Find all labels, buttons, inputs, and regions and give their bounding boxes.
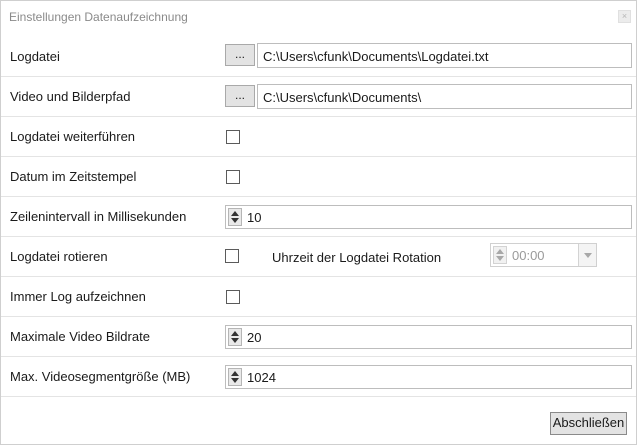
logfile-path-input[interactable]: C:\Users\cfunk\Documents\Logdatei.txt [257, 43, 632, 68]
rotation-time-value: 00:00 [512, 248, 545, 263]
media-path-browse-button[interactable]: ... [225, 85, 255, 107]
rotate-log-checkbox[interactable] [225, 249, 239, 263]
finish-button[interactable]: Abschließen [550, 412, 627, 435]
window-title: Einstellungen Datenaufzeichnung [9, 10, 188, 24]
arrow-down-icon[interactable] [231, 338, 239, 343]
max-framerate-stepper[interactable] [228, 328, 242, 346]
row-continue-log: Logdatei weiterführen [1, 117, 636, 157]
row-max-framerate: Maximale Video Bildrate 20 [1, 317, 636, 357]
row-rotate-log: Logdatei rotieren Uhrzeit der Logdatei R… [1, 237, 636, 277]
settings-dialog: Einstellungen Datenaufzeichnung × Logdat… [0, 0, 637, 445]
logfile-browse-button[interactable]: ... [225, 44, 255, 66]
max-segment-value: 1024 [247, 370, 276, 385]
arrow-down-icon[interactable] [231, 378, 239, 383]
rotation-time-select[interactable]: 00:00 [490, 243, 597, 267]
rotation-time-label: Uhrzeit der Logdatei Rotation [272, 250, 442, 265]
max-segment-stepper[interactable] [228, 368, 242, 386]
rotate-log-label: Logdatei rotieren [10, 249, 108, 264]
media-path-input[interactable]: C:\Users\cfunk\Documents\ [257, 84, 632, 109]
logfile-label: Logdatei [10, 49, 60, 64]
max-framerate-input[interactable]: 20 [225, 325, 632, 349]
row-always-log: Immer Log aufzeichnen [1, 277, 636, 317]
arrow-up-icon[interactable] [231, 211, 239, 216]
row-media-path: Video und Bilderpfad ... C:\Users\cfunk\… [1, 77, 636, 117]
rotation-time-stepper[interactable] [493, 246, 507, 264]
arrow-down-icon[interactable] [496, 256, 504, 261]
max-framerate-label: Maximale Video Bildrate [10, 329, 150, 344]
row-logfile: Logdatei ... C:\Users\cfunk\Documents\Lo… [1, 37, 636, 77]
date-in-timestamp-checkbox[interactable] [226, 170, 240, 184]
chevron-down-icon[interactable] [578, 244, 596, 266]
max-segment-label: Max. Videosegmentgröße (MB) [10, 369, 191, 384]
line-interval-input[interactable]: 10 [225, 205, 632, 229]
continue-log-checkbox[interactable] [226, 130, 240, 144]
line-interval-stepper[interactable] [228, 208, 242, 226]
row-max-segment: Max. Videosegmentgröße (MB) 1024 [1, 357, 636, 397]
media-path-label: Video und Bilderpfad [10, 89, 131, 104]
arrow-up-icon[interactable] [231, 331, 239, 336]
continue-log-label: Logdatei weiterführen [10, 129, 136, 144]
max-framerate-value: 20 [247, 330, 262, 345]
title-bar: Einstellungen Datenaufzeichnung × [1, 1, 636, 33]
line-interval-value: 10 [247, 210, 262, 225]
arrow-up-icon[interactable] [496, 249, 504, 254]
line-interval-label: Zeilenintervall in Millisekunden [10, 209, 187, 224]
always-log-checkbox[interactable] [226, 290, 240, 304]
always-log-label: Immer Log aufzeichnen [10, 289, 146, 304]
row-line-interval: Zeilenintervall in Millisekunden 10 [1, 197, 636, 237]
arrow-up-icon[interactable] [231, 371, 239, 376]
max-segment-input[interactable]: 1024 [225, 365, 632, 389]
date-in-timestamp-label: Datum im Zeitstempel [10, 169, 137, 184]
row-date-in-timestamp: Datum im Zeitstempel [1, 157, 636, 197]
arrow-down-icon[interactable] [231, 218, 239, 223]
close-button[interactable]: × [618, 10, 631, 23]
